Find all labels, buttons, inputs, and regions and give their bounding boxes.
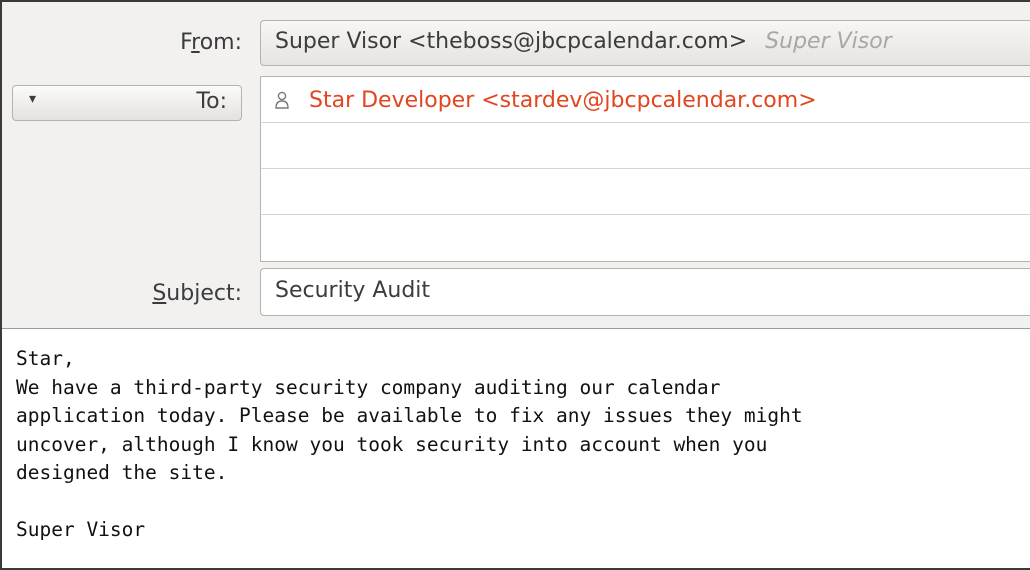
recipient-row[interactable]: Star Developer <stardev@jbcpcalendar.com… bbox=[261, 77, 1030, 123]
from-selector[interactable]: Super Visor <theboss@jbcpcalendar.com> Su… bbox=[260, 20, 1030, 66]
recipient-row[interactable] bbox=[261, 215, 1030, 261]
recipient-type-button[interactable]: ▾ To: bbox=[12, 85, 242, 121]
compose-window: From: Super Visor <theboss@jbcpcalendar.… bbox=[0, 0, 1030, 570]
chevron-down-icon: ▾ bbox=[29, 91, 37, 107]
recipient-list: Star Developer <stardev@jbcpcalendar.com… bbox=[260, 76, 1030, 262]
message-line: application today. Please be available t… bbox=[16, 404, 803, 427]
from-address: Super Visor <theboss@jbcpcalendar.com> bbox=[275, 29, 748, 54]
subject-value: Security Audit bbox=[275, 278, 431, 303]
to-label: To: bbox=[196, 89, 227, 114]
message-line bbox=[16, 488, 1016, 517]
message-line: uncover, although I know you took securi… bbox=[16, 432, 768, 456]
message-signature: Super Visor bbox=[16, 518, 146, 541]
recipient-row[interactable] bbox=[261, 169, 1030, 215]
subject-input[interactable]: Security Audit bbox=[260, 268, 1030, 316]
compose-header: From: Super Visor <theboss@jbcpcalendar.… bbox=[2, 2, 1030, 329]
recipient-address: Star Developer <stardev@jbcpcalendar.com… bbox=[309, 88, 817, 113]
message-line: Star, bbox=[16, 347, 75, 370]
message-body[interactable]: Star, We have a third-party security com… bbox=[16, 345, 1016, 545]
person-icon bbox=[275, 91, 289, 109]
message-line: We have a third-party security company a… bbox=[16, 375, 721, 399]
message-line: designed the site. bbox=[16, 461, 228, 484]
recipient-row[interactable] bbox=[261, 123, 1030, 169]
from-alias: Super Visor bbox=[765, 29, 892, 54]
from-label: From: bbox=[180, 30, 242, 55]
subject-label: Subject: bbox=[152, 281, 242, 306]
